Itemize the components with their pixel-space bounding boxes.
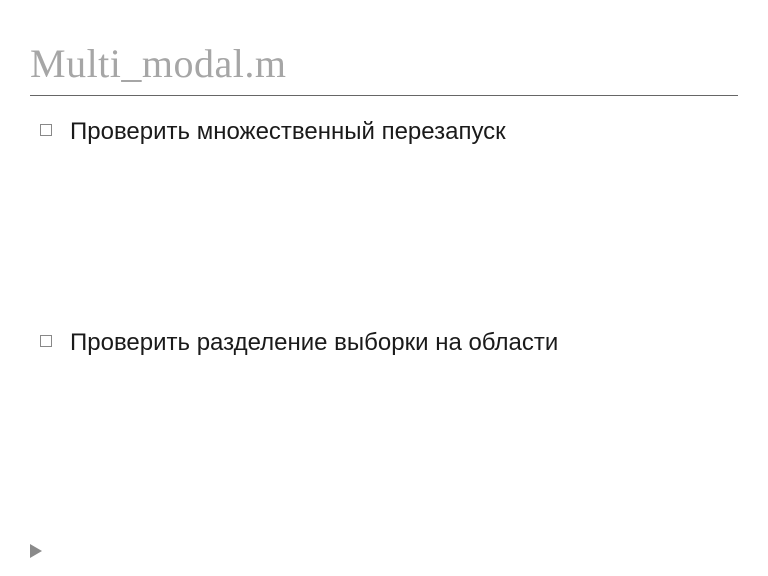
bullet-icon: [40, 124, 52, 136]
slide-title: Multi_modal.m: [30, 40, 738, 87]
bullet-icon: [40, 335, 52, 347]
title-divider: [30, 95, 738, 96]
arrow-icon: [30, 544, 46, 558]
bullet-text: Проверить разделение выборки на области: [70, 327, 558, 358]
content-area: Проверить множественный перезапуск Прове…: [30, 116, 738, 358]
slide-container: Multi_modal.m Проверить множественный пе…: [0, 0, 768, 576]
list-item: Проверить множественный перезапуск: [40, 116, 738, 147]
bullet-text: Проверить множественный перезапуск: [70, 116, 506, 147]
list-item: Проверить разделение выборки на области: [40, 327, 738, 358]
